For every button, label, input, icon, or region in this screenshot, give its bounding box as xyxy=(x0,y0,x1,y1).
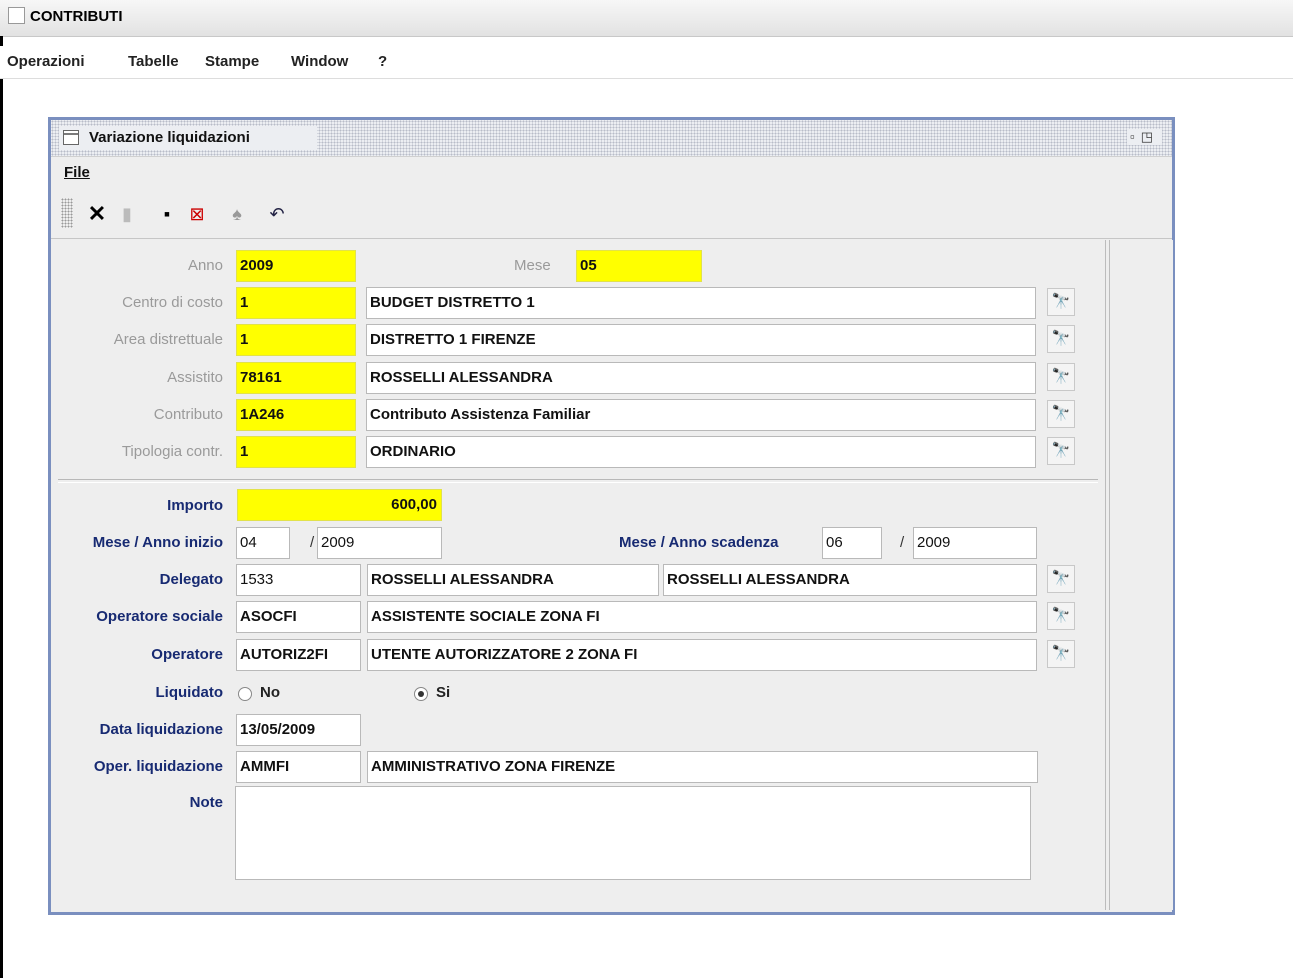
search-tipologia-binoculars-icon[interactable]: 🔭 xyxy=(1047,437,1075,465)
search-centro-costo-binoculars-icon[interactable]: 🔭 xyxy=(1047,288,1075,316)
label-operatore: Operatore xyxy=(151,646,223,663)
menu-file[interactable]: File xyxy=(64,164,90,181)
area-distrettuale-desc: DISTRETTO 1 FIRENZE xyxy=(366,324,1036,356)
label-liquidato: Liquidato xyxy=(155,684,224,701)
undo-icon[interactable]: ↶ xyxy=(265,202,289,226)
label-importo: Importo xyxy=(167,497,223,514)
label-mese: Mese xyxy=(514,257,551,274)
oper-liquidazione-code[interactable]: AMMFI xyxy=(236,751,361,783)
operatore-desc: UTENTE AUTORIZZATORE 2 ZONA FI xyxy=(367,639,1037,671)
menu-operazioni[interactable]: Operazioni xyxy=(7,53,85,70)
app-title-bar: CONTRIBUTI xyxy=(0,0,1293,37)
radio-liquidato-si[interactable] xyxy=(414,687,428,701)
label-tipologia: Tipologia contr. xyxy=(121,443,223,460)
contributo-desc: Contributo Assistenza Familiar xyxy=(366,399,1036,431)
iconify-icon[interactable]: ▫ xyxy=(1130,129,1141,144)
java-app-icon xyxy=(8,7,25,24)
label-operatore-sociale: Operatore sociale xyxy=(96,608,223,625)
search-area-binoculars-icon[interactable]: 🔭 xyxy=(1047,325,1075,353)
anno-inizio-field[interactable]: 2009 xyxy=(317,527,442,559)
app-window-border xyxy=(0,36,3,978)
frame-title-bar[interactable]: Variazione liquidazioni ▫◳ xyxy=(51,120,1172,157)
delegato-desc-2: ROSSELLI ALESSANDRA xyxy=(663,564,1037,596)
new-document-icon[interactable]: ▮ xyxy=(115,202,139,226)
assistito-desc: ROSSELLI ALESSANDRA xyxy=(366,362,1036,394)
toolbar-grip[interactable] xyxy=(61,198,73,228)
mese-field[interactable]: 05 xyxy=(576,250,702,282)
search-contributo-binoculars-icon[interactable]: 🔭 xyxy=(1047,400,1075,428)
slash-separator: / xyxy=(900,534,905,551)
area-distrettuale-code[interactable]: 1 xyxy=(236,324,356,356)
label-mese-anno-scadenza: Mese / Anno scadenza xyxy=(619,534,779,551)
mese-scadenza-field[interactable]: 06 xyxy=(822,527,882,559)
search-assistito-binoculars-icon[interactable]: 🔭 xyxy=(1047,363,1075,391)
label-mese-anno-inizio: Mese / Anno inizio xyxy=(92,534,223,551)
radio-liquidato-no[interactable] xyxy=(238,687,252,701)
delegato-code[interactable]: 1533 xyxy=(236,564,361,596)
frame-controls: ▫◳ xyxy=(1127,129,1162,145)
frame-menubar: File xyxy=(51,157,1172,187)
label-assistito: Assistito xyxy=(167,369,223,386)
delegato-desc-1: ROSSELLI ALESSANDRA xyxy=(367,564,659,596)
contributo-code[interactable]: 1A246 xyxy=(236,399,356,431)
note-textarea[interactable] xyxy=(235,786,1031,880)
oper-liquidazione-desc: AMMINISTRATIVO ZONA FIRENZE xyxy=(367,751,1038,783)
delete-icon[interactable]: ⊠ xyxy=(185,202,209,226)
menu-stampe[interactable]: Stampe xyxy=(205,53,259,70)
tipologia-desc: ORDINARIO xyxy=(366,436,1036,468)
search-binoculars-icon[interactable]: ♠ xyxy=(225,202,249,226)
operatore-code[interactable]: AUTORIZ2FI xyxy=(236,639,361,671)
label-area-distrettuale: Area distrettuale xyxy=(113,331,223,348)
anno-scadenza-field[interactable]: 2009 xyxy=(913,527,1037,559)
label-delegato: Delegato xyxy=(159,571,223,588)
save-icon[interactable]: ▪ xyxy=(155,202,179,226)
radio-label-no[interactable]: No xyxy=(260,684,280,701)
radio-label-si[interactable]: Si xyxy=(436,684,450,701)
menu-tabelle[interactable]: Tabelle xyxy=(128,53,179,70)
label-centro-costo: Centro di costo xyxy=(122,294,223,311)
slash-separator: / xyxy=(310,534,315,551)
centro-costo-desc: BUDGET DISTRETTO 1 xyxy=(366,287,1036,319)
side-panel xyxy=(1109,240,1173,910)
data-liquidazione-field[interactable]: 13/05/2009 xyxy=(236,714,361,746)
toolbar: ✕ ▮ ▪ ⊠ ♠ ↶ xyxy=(51,188,1172,239)
mese-inizio-field[interactable]: 04 xyxy=(236,527,290,559)
window-icon xyxy=(63,130,79,145)
label-anno: Anno xyxy=(187,257,223,274)
centro-costo-code[interactable]: 1 xyxy=(236,287,356,319)
label-data-liquidazione: Data liquidazione xyxy=(99,721,223,738)
app-menubar: Operazioni Tabelle Stampe Window ? xyxy=(0,46,1293,79)
label-oper-liquidazione: Oper. liquidazione xyxy=(93,758,223,775)
tipologia-code[interactable]: 1 xyxy=(236,436,356,468)
app-title: CONTRIBUTI xyxy=(30,8,123,25)
menu-help[interactable]: ? xyxy=(378,53,387,70)
search-delegato-binoculars-icon[interactable]: 🔭 xyxy=(1047,565,1075,593)
frame-title-group: Variazione liquidazioni xyxy=(59,126,317,150)
search-operatore-binoculars-icon[interactable]: 🔭 xyxy=(1047,640,1075,668)
anno-field[interactable]: 2009 xyxy=(236,250,356,282)
close-x-icon[interactable]: ✕ xyxy=(85,202,109,226)
label-contributo: Contributo xyxy=(153,406,223,423)
detail-section: Importo 600,00 Mese / Anno inizio 04 / 2… xyxy=(58,482,1105,910)
maximize-icon[interactable]: ◳ xyxy=(1141,129,1159,144)
internal-frame-variazione-liquidazioni: Variazione liquidazioni ▫◳ File ✕ ▮ ▪ ⊠ … xyxy=(48,117,1175,915)
menu-window[interactable]: Window xyxy=(291,53,348,70)
operatore-sociale-code[interactable]: ASOCFI xyxy=(236,601,361,633)
frame-title: Variazione liquidazioni xyxy=(89,129,250,146)
label-note: Note xyxy=(189,794,223,811)
search-operatore-sociale-binoculars-icon[interactable]: 🔭 xyxy=(1047,602,1075,630)
operatore-sociale-desc: ASSISTENTE SOCIALE ZONA FI xyxy=(367,601,1037,633)
assistito-code[interactable]: 78161 xyxy=(236,362,356,394)
importo-field[interactable]: 600,00 xyxy=(237,489,442,521)
